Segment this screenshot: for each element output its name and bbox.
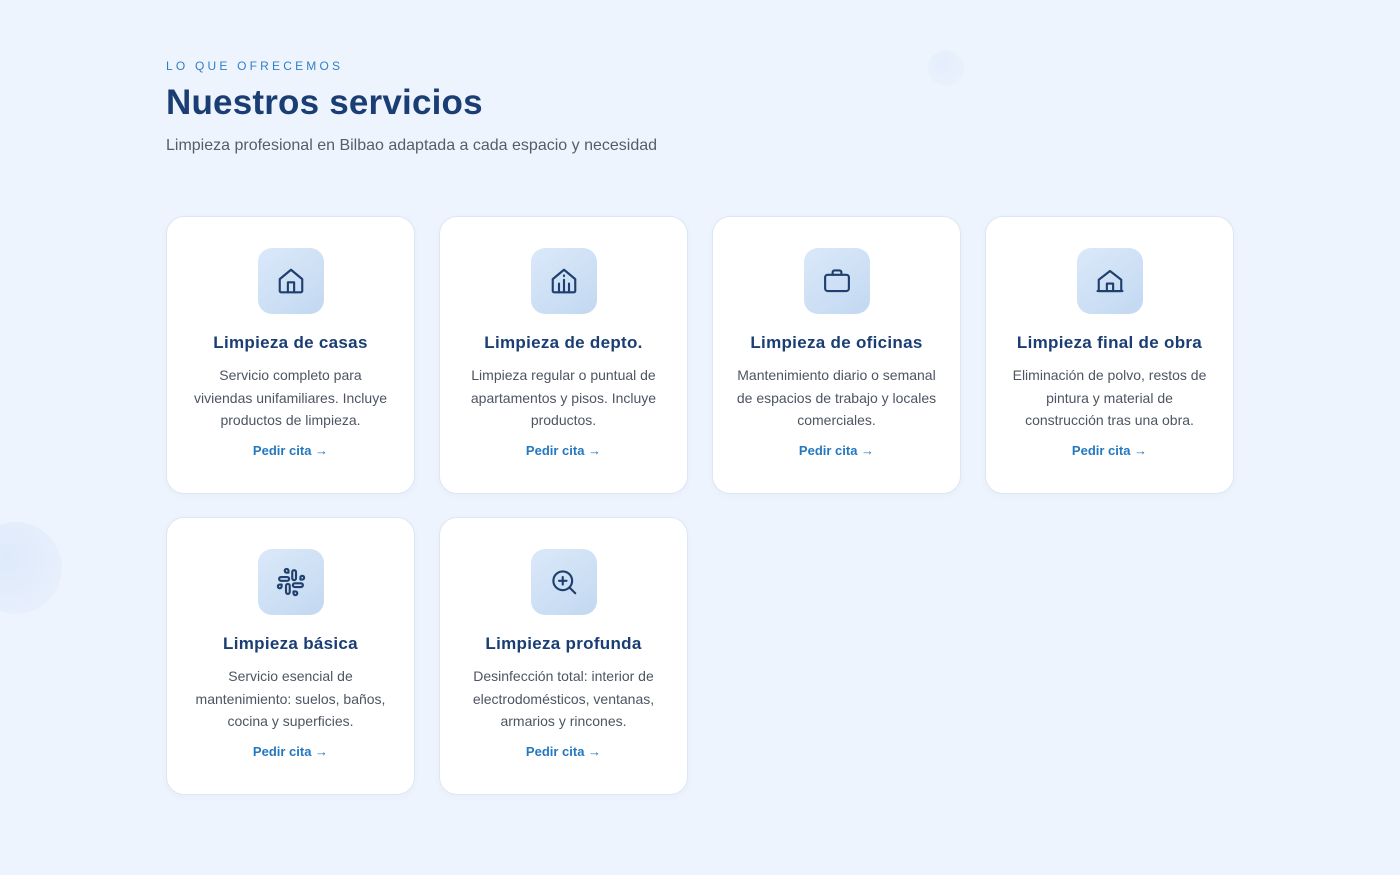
service-icon-tile [530,549,597,615]
service-title: Limpieza básica [223,634,358,653]
service-description: Limpieza regular o puntual de apartament… [470,367,657,428]
service-card-profunda: Limpieza profunda Desinfección total: in… [439,517,688,795]
service-description: Mantenimiento diario o semanal de espaci… [736,367,937,428]
section-title: Nuestros servicios [166,83,483,122]
house-icon [278,268,303,294]
service-description: Desinfección total: interior de electrod… [472,668,655,729]
service-card-casas: Limpieza de casas Servicio completo para… [166,216,415,494]
service-card-basica: Limpieza básica Servicio esencial de man… [166,517,415,795]
zoom-in-icon [551,570,576,595]
section-eyebrow: LO QUE OFRECEMOS [166,59,344,73]
pedir-cita-link[interactable]: Pedir cita → [1072,442,1147,460]
service-icon-tile [257,248,324,314]
service-card-oficinas: Limpieza de oficinas Mantenimiento diari… [712,216,961,494]
service-card-depto: Limpieza de depto. Limpieza regular o pu… [439,216,688,494]
service-title: Limpieza de casas [213,333,368,352]
decorative-bubble [0,522,62,614]
service-icon-tile [803,248,870,314]
service-description: Servicio completo para viviendas unifami… [194,367,387,428]
service-card-final-obra: Limpieza final de obra Eliminación de po… [985,216,1234,494]
service-title: Limpieza de oficinas [750,333,923,352]
services-page: LO QUE OFRECEMOS Nuestros servicios Limp… [0,0,1400,875]
service-icon-tile [1076,248,1143,314]
service-description: Servicio esencial de mantenimiento: suel… [195,668,386,729]
service-title: Limpieza profunda [485,634,642,653]
warehouse-icon [1095,269,1124,293]
services-grid: Limpieza de casas Servicio completo para… [166,216,1234,795]
section-header: LO QUE OFRECEMOS Nuestros servicios Limp… [166,59,1236,157]
service-icon-tile [530,248,597,314]
building-icon [551,268,576,294]
service-icon-tile [257,549,324,615]
service-title: Limpieza final de obra [1016,333,1203,352]
pedir-cita-link[interactable]: Pedir cita → [253,743,328,761]
pedir-cita-link[interactable]: Pedir cita → [526,743,601,761]
section-subtitle: Limpieza profesional en Bilbao adaptada … [166,137,658,154]
slack-icon [276,567,305,597]
briefcase-icon [823,269,850,293]
service-title: Limpieza de depto. [484,333,643,352]
pedir-cita-link[interactable]: Pedir cita → [526,442,601,460]
pedir-cita-link[interactable]: Pedir cita → [253,442,328,460]
service-description: Eliminación de polvo, restos de pintura … [1012,367,1207,428]
pedir-cita-link[interactable]: Pedir cita → [799,442,874,460]
